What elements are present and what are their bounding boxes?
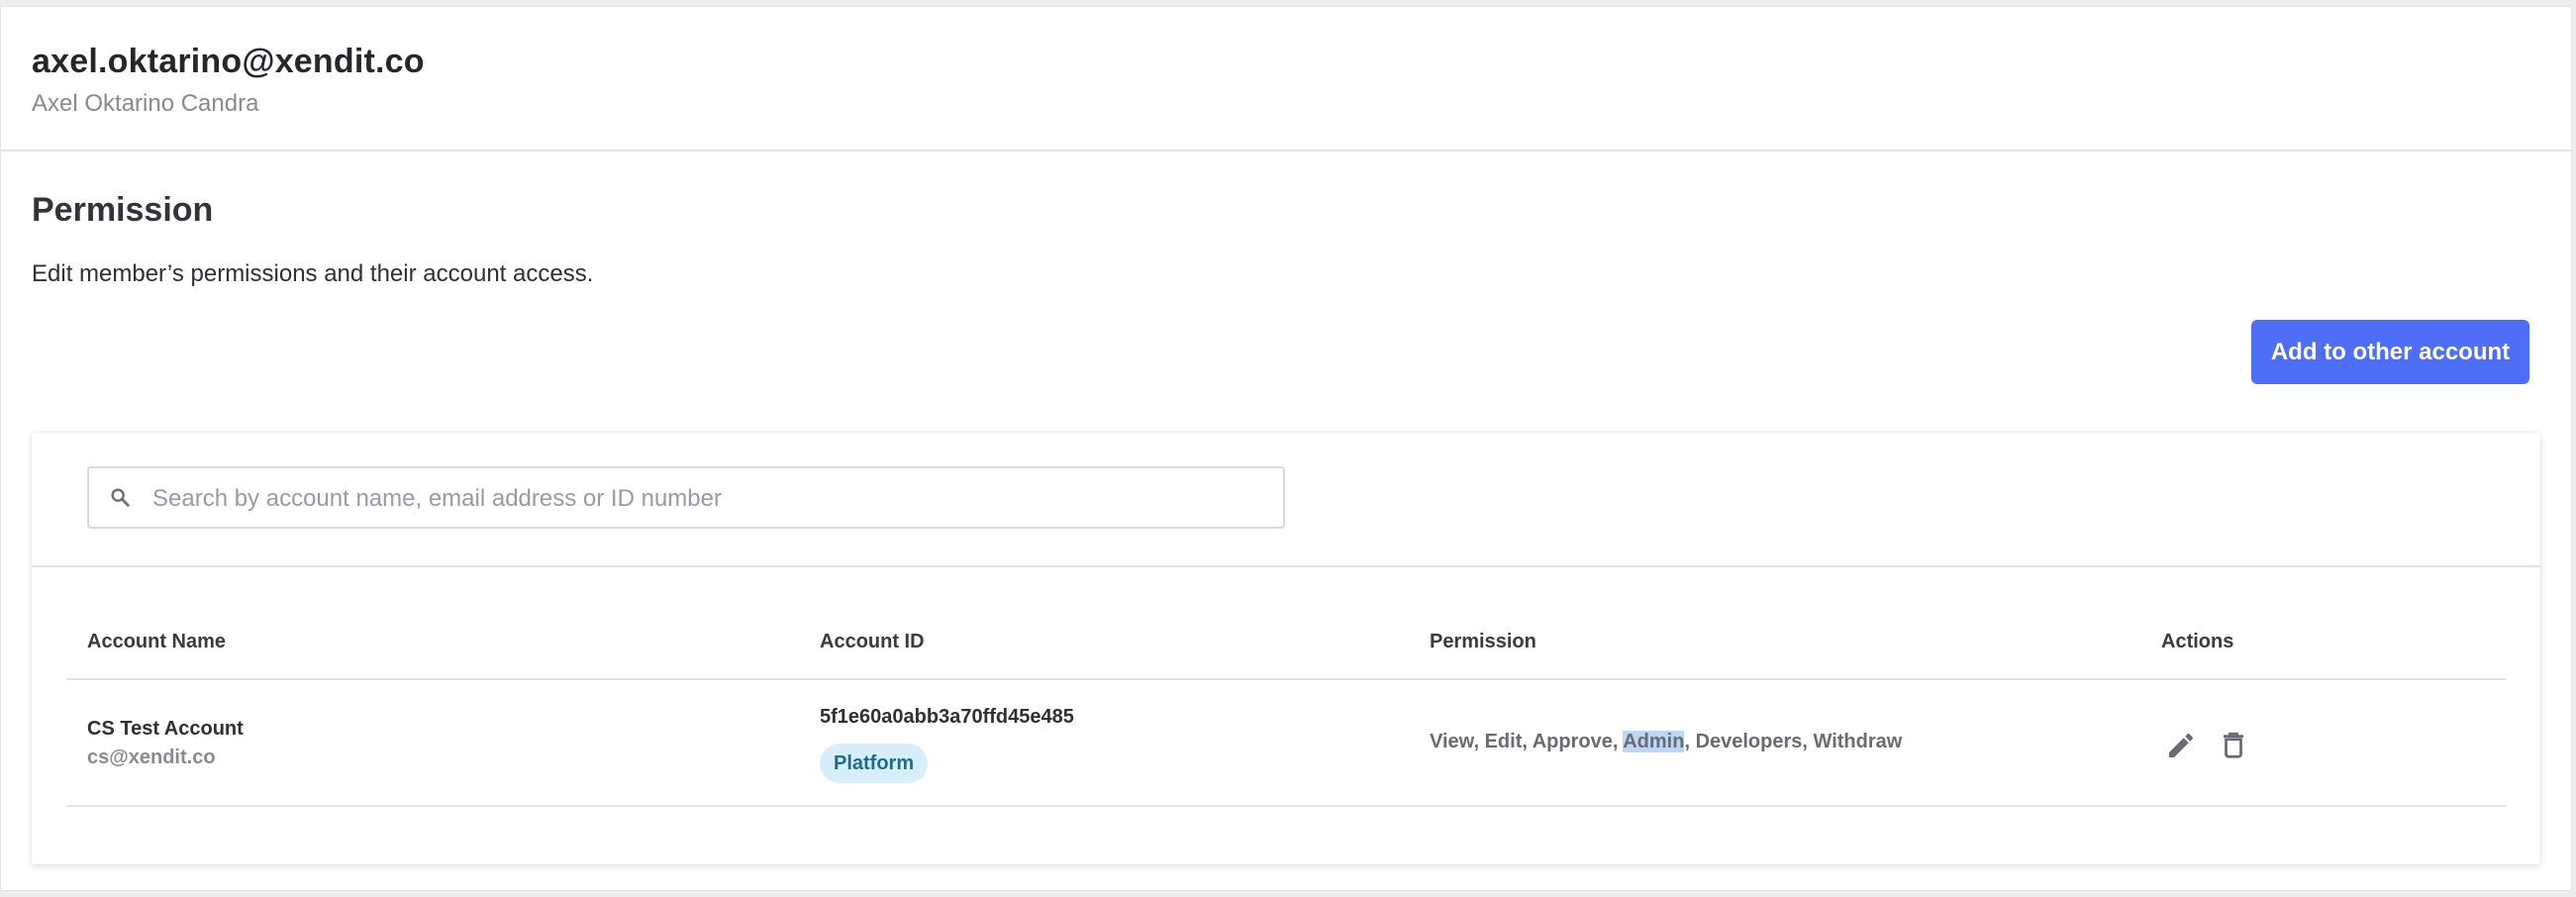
account-name: CS Test Account xyxy=(87,718,244,740)
search-icon xyxy=(111,488,130,507)
permission-text-end: , Developers, Withdraw xyxy=(1684,731,1903,752)
edit-button[interactable] xyxy=(2161,726,2201,765)
account-id: 5f1e60a0abb3a70ffd45e485 xyxy=(820,706,1074,728)
trash-icon xyxy=(2224,732,2243,758)
permission-text-start: View, Edit, Approve, xyxy=(1430,731,1624,752)
permission-list: View, Edit, Approve, Admin, Developers, … xyxy=(1430,731,1902,753)
search-input[interactable] xyxy=(150,476,1263,521)
table-header-divider xyxy=(66,678,2506,680)
member-name: Axel Oktarino Candra xyxy=(32,90,259,117)
column-header-account-id: Account ID xyxy=(820,631,925,652)
pencil-icon xyxy=(2169,733,2194,757)
column-header-account-name: Account Name xyxy=(87,631,227,652)
search-box[interactable] xyxy=(87,466,1285,529)
table-row-divider xyxy=(66,805,2506,807)
column-header-permission: Permission xyxy=(1430,631,1536,652)
platform-badge: Platform xyxy=(820,744,929,783)
add-to-other-account-button[interactable]: Add to other account xyxy=(2251,320,2529,384)
section-title: Permission xyxy=(32,191,214,229)
member-email: axel.oktarino@xendit.co xyxy=(32,43,425,80)
column-header-actions: Actions xyxy=(2161,631,2234,652)
section-description: Edit member’s permissions and their acco… xyxy=(32,260,594,287)
card-divider xyxy=(32,565,2540,567)
member-detail-page: axel.oktarino@xendit.co Axel Oktarino Ca… xyxy=(0,6,2572,891)
permission-selected-text: Admin xyxy=(1623,731,1685,752)
member-header: axel.oktarino@xendit.co Axel Oktarino Ca… xyxy=(1,7,2571,151)
account-email: cs@xendit.co xyxy=(87,747,216,768)
delete-button[interactable] xyxy=(2214,726,2253,765)
accounts-card: Account Name Account ID Permission Actio… xyxy=(32,433,2540,864)
